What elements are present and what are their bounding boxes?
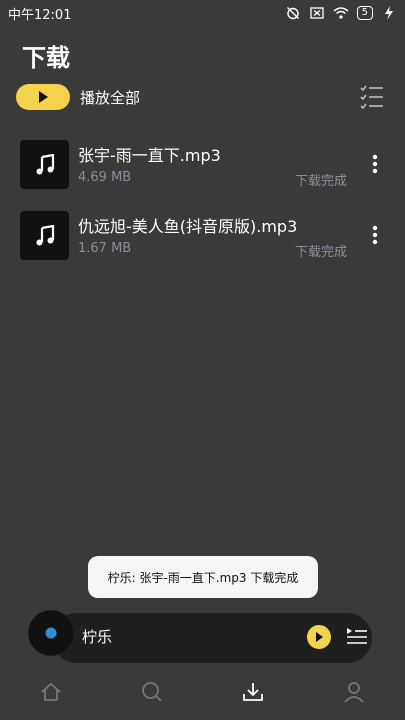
playlist-icon[interactable] — [346, 626, 368, 646]
play-all-label[interactable]: 播放全部 — [80, 87, 140, 108]
sim-off-icon — [309, 6, 325, 20]
checklist-icon[interactable] — [359, 85, 385, 109]
more-vertical-icon — [372, 154, 378, 174]
play-all-button[interactable] — [16, 84, 70, 110]
page-title: 下载 — [22, 44, 70, 72]
song-thumbnail — [20, 140, 69, 189]
list-item[interactable]: 张宇-雨一直下.mp3 4.69 MB 下载完成 — [20, 140, 385, 190]
nav-search[interactable] — [135, 675, 169, 709]
file-size: 1.67 MB — [78, 241, 132, 256]
home-icon — [41, 683, 61, 701]
list-item[interactable]: 仇远旭-美人鱼(抖音原版).mp3 1.67 MB 下载完成 — [20, 211, 385, 261]
more-vertical-icon — [372, 225, 378, 245]
play-icon — [39, 91, 48, 103]
file-name: 仇远旭-美人鱼(抖音原版).mp3 — [78, 217, 298, 236]
player-play-button[interactable] — [307, 625, 331, 649]
status-bar: 中午12:01 5 — [0, 0, 405, 26]
download-status: 下载完成 — [294, 174, 347, 189]
nav-home[interactable] — [34, 675, 68, 709]
play-icon — [316, 632, 323, 642]
status-icons: 5 — [285, 6, 397, 20]
profile-icon — [344, 682, 365, 703]
download-status: 下载完成 — [294, 245, 347, 260]
music-note-icon — [36, 153, 54, 174]
toast-notification: 柠乐: 张宇-雨一直下.mp3 下载完成 — [88, 556, 318, 598]
wifi-icon — [333, 6, 349, 20]
status-time: 中午12:01 — [8, 7, 72, 23]
file-name: 张宇-雨一直下.mp3 — [78, 146, 221, 165]
nav-profile[interactable] — [337, 675, 371, 709]
more-button[interactable] — [365, 223, 385, 247]
charging-icon — [381, 6, 397, 20]
alarm-off-icon — [285, 6, 301, 20]
nav-download[interactable] — [236, 675, 270, 709]
song-thumbnail — [20, 211, 69, 260]
file-size: 4.69 MB — [78, 170, 132, 185]
download-icon — [243, 683, 264, 701]
search-icon — [141, 682, 162, 702]
album-art-disc[interactable] — [28, 610, 74, 656]
more-button[interactable] — [365, 152, 385, 176]
player-title[interactable]: 柠乐 — [82, 626, 112, 647]
music-note-icon — [36, 224, 54, 245]
bottom-nav — [0, 672, 405, 712]
play-all-row: 播放全部 — [16, 84, 385, 110]
battery-indicator: 5 — [356, 6, 373, 20]
